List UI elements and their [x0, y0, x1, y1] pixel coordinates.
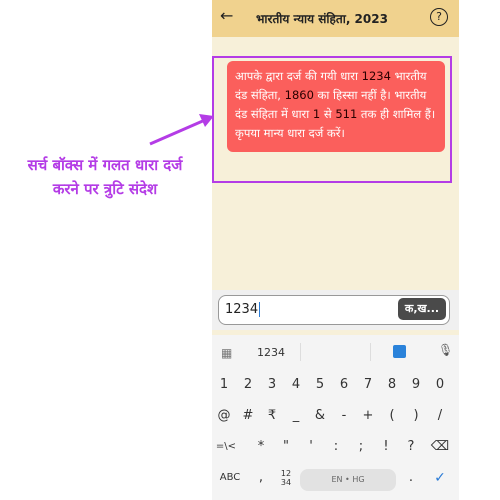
comma-key[interactable]: ,: [249, 465, 273, 491]
microphone-icon[interactable]: 🎙: [438, 343, 453, 357]
numpad-key[interactable]: 12 34: [274, 465, 298, 491]
key[interactable]: 0: [428, 372, 452, 398]
symbol-row-1: @ # ₹ _ & - + ( ) /: [212, 403, 459, 429]
key[interactable]: @: [212, 403, 236, 429]
keyboard-app-icon[interactable]: [393, 345, 406, 358]
number-row: 1 2 3 4 5 6 7 8 9 0: [212, 372, 459, 398]
key[interactable]: 2: [236, 372, 260, 398]
apps-grid-icon[interactable]: ▦: [221, 346, 232, 360]
error-text-1: आपके द्वारा दर्ज की गयी धारा: [235, 69, 362, 83]
arrow-left-icon[interactable]: ←: [220, 6, 233, 25]
bottom-row: ABC , 12 34 EN • HG . ✓: [212, 465, 459, 491]
error-section-number: 1234: [361, 69, 391, 83]
suggestion-divider: [370, 343, 371, 361]
annotation-line-1: सर्च बॉक्स में गलत धारा दर्ज: [27, 156, 183, 174]
keyboard-toggle-button[interactable]: क,ख...: [398, 298, 446, 320]
search-bar: 1234 क,ख...: [212, 290, 459, 330]
key[interactable]: +: [356, 403, 380, 429]
numpad-label-bottom: 34: [280, 478, 292, 487]
text-caret: [259, 302, 261, 317]
key[interactable]: *: [249, 434, 273, 460]
key[interactable]: _: [284, 403, 308, 429]
key[interactable]: ₹: [260, 403, 284, 429]
key[interactable]: 4: [284, 372, 308, 398]
key[interactable]: (: [380, 403, 404, 429]
key[interactable]: ": [274, 434, 298, 460]
suggestion-word[interactable]: 1234: [257, 346, 285, 359]
enter-check-icon[interactable]: ✓: [428, 465, 452, 491]
key[interactable]: #: [236, 403, 260, 429]
abc-key[interactable]: ABC: [218, 465, 242, 491]
key[interactable]: 9: [404, 372, 428, 398]
error-year: 1860: [284, 88, 314, 102]
key[interactable]: 8: [380, 372, 404, 398]
symbol-row-2: =\< * " ' : ; ! ? ⌫: [212, 434, 459, 460]
app-bar: ← भारतीय न्याय संहिता, 2023 ?: [212, 0, 459, 37]
key[interactable]: ): [404, 403, 428, 429]
key[interactable]: /: [428, 403, 452, 429]
key[interactable]: 1: [212, 372, 236, 398]
key[interactable]: 7: [356, 372, 380, 398]
key[interactable]: ?: [399, 434, 423, 460]
key[interactable]: ;: [349, 434, 373, 460]
key[interactable]: &: [308, 403, 332, 429]
annotation-line-2: करने पर त्रुटि संदेश: [52, 180, 158, 198]
annotation-text: सर्च बॉक्स में गलत धारा दर्ज करने पर त्र…: [0, 153, 210, 201]
symbol-page-key[interactable]: =\<: [214, 434, 238, 460]
key[interactable]: 6: [332, 372, 356, 398]
suggestion-divider: [300, 343, 301, 361]
search-input[interactable]: 1234 क,ख...: [218, 295, 450, 325]
error-text-4: से: [320, 107, 336, 121]
numpad-label-top: 12: [280, 469, 292, 478]
space-bar[interactable]: EN • HG: [300, 469, 396, 491]
key[interactable]: !: [374, 434, 398, 460]
soft-keyboard: ▦ 1234 🎙 1 2 3 4 5 6 7 8 9 0 @ # ₹ _ & -…: [212, 335, 459, 500]
key[interactable]: 5: [308, 372, 332, 398]
error-range-end: 511: [335, 107, 358, 121]
backspace-icon[interactable]: ⌫: [428, 434, 452, 460]
key[interactable]: :: [324, 434, 348, 460]
period-key[interactable]: .: [399, 465, 423, 491]
search-input-value: 1234: [225, 302, 259, 317]
key[interactable]: ': [299, 434, 323, 460]
key[interactable]: -: [332, 403, 356, 429]
suggestion-bar: ▦ 1234 🎙: [212, 335, 459, 369]
key[interactable]: 3: [260, 372, 284, 398]
page-title: भारतीय न्याय संहिता, 2023: [256, 12, 388, 26]
help-circle-icon[interactable]: ?: [430, 8, 448, 26]
phone-screen: ← भारतीय न्याय संहिता, 2023 ? आपके द्वार…: [212, 0, 459, 500]
error-message: आपके द्वारा दर्ज की गयी धारा 1234 भारतीय…: [227, 61, 445, 152]
